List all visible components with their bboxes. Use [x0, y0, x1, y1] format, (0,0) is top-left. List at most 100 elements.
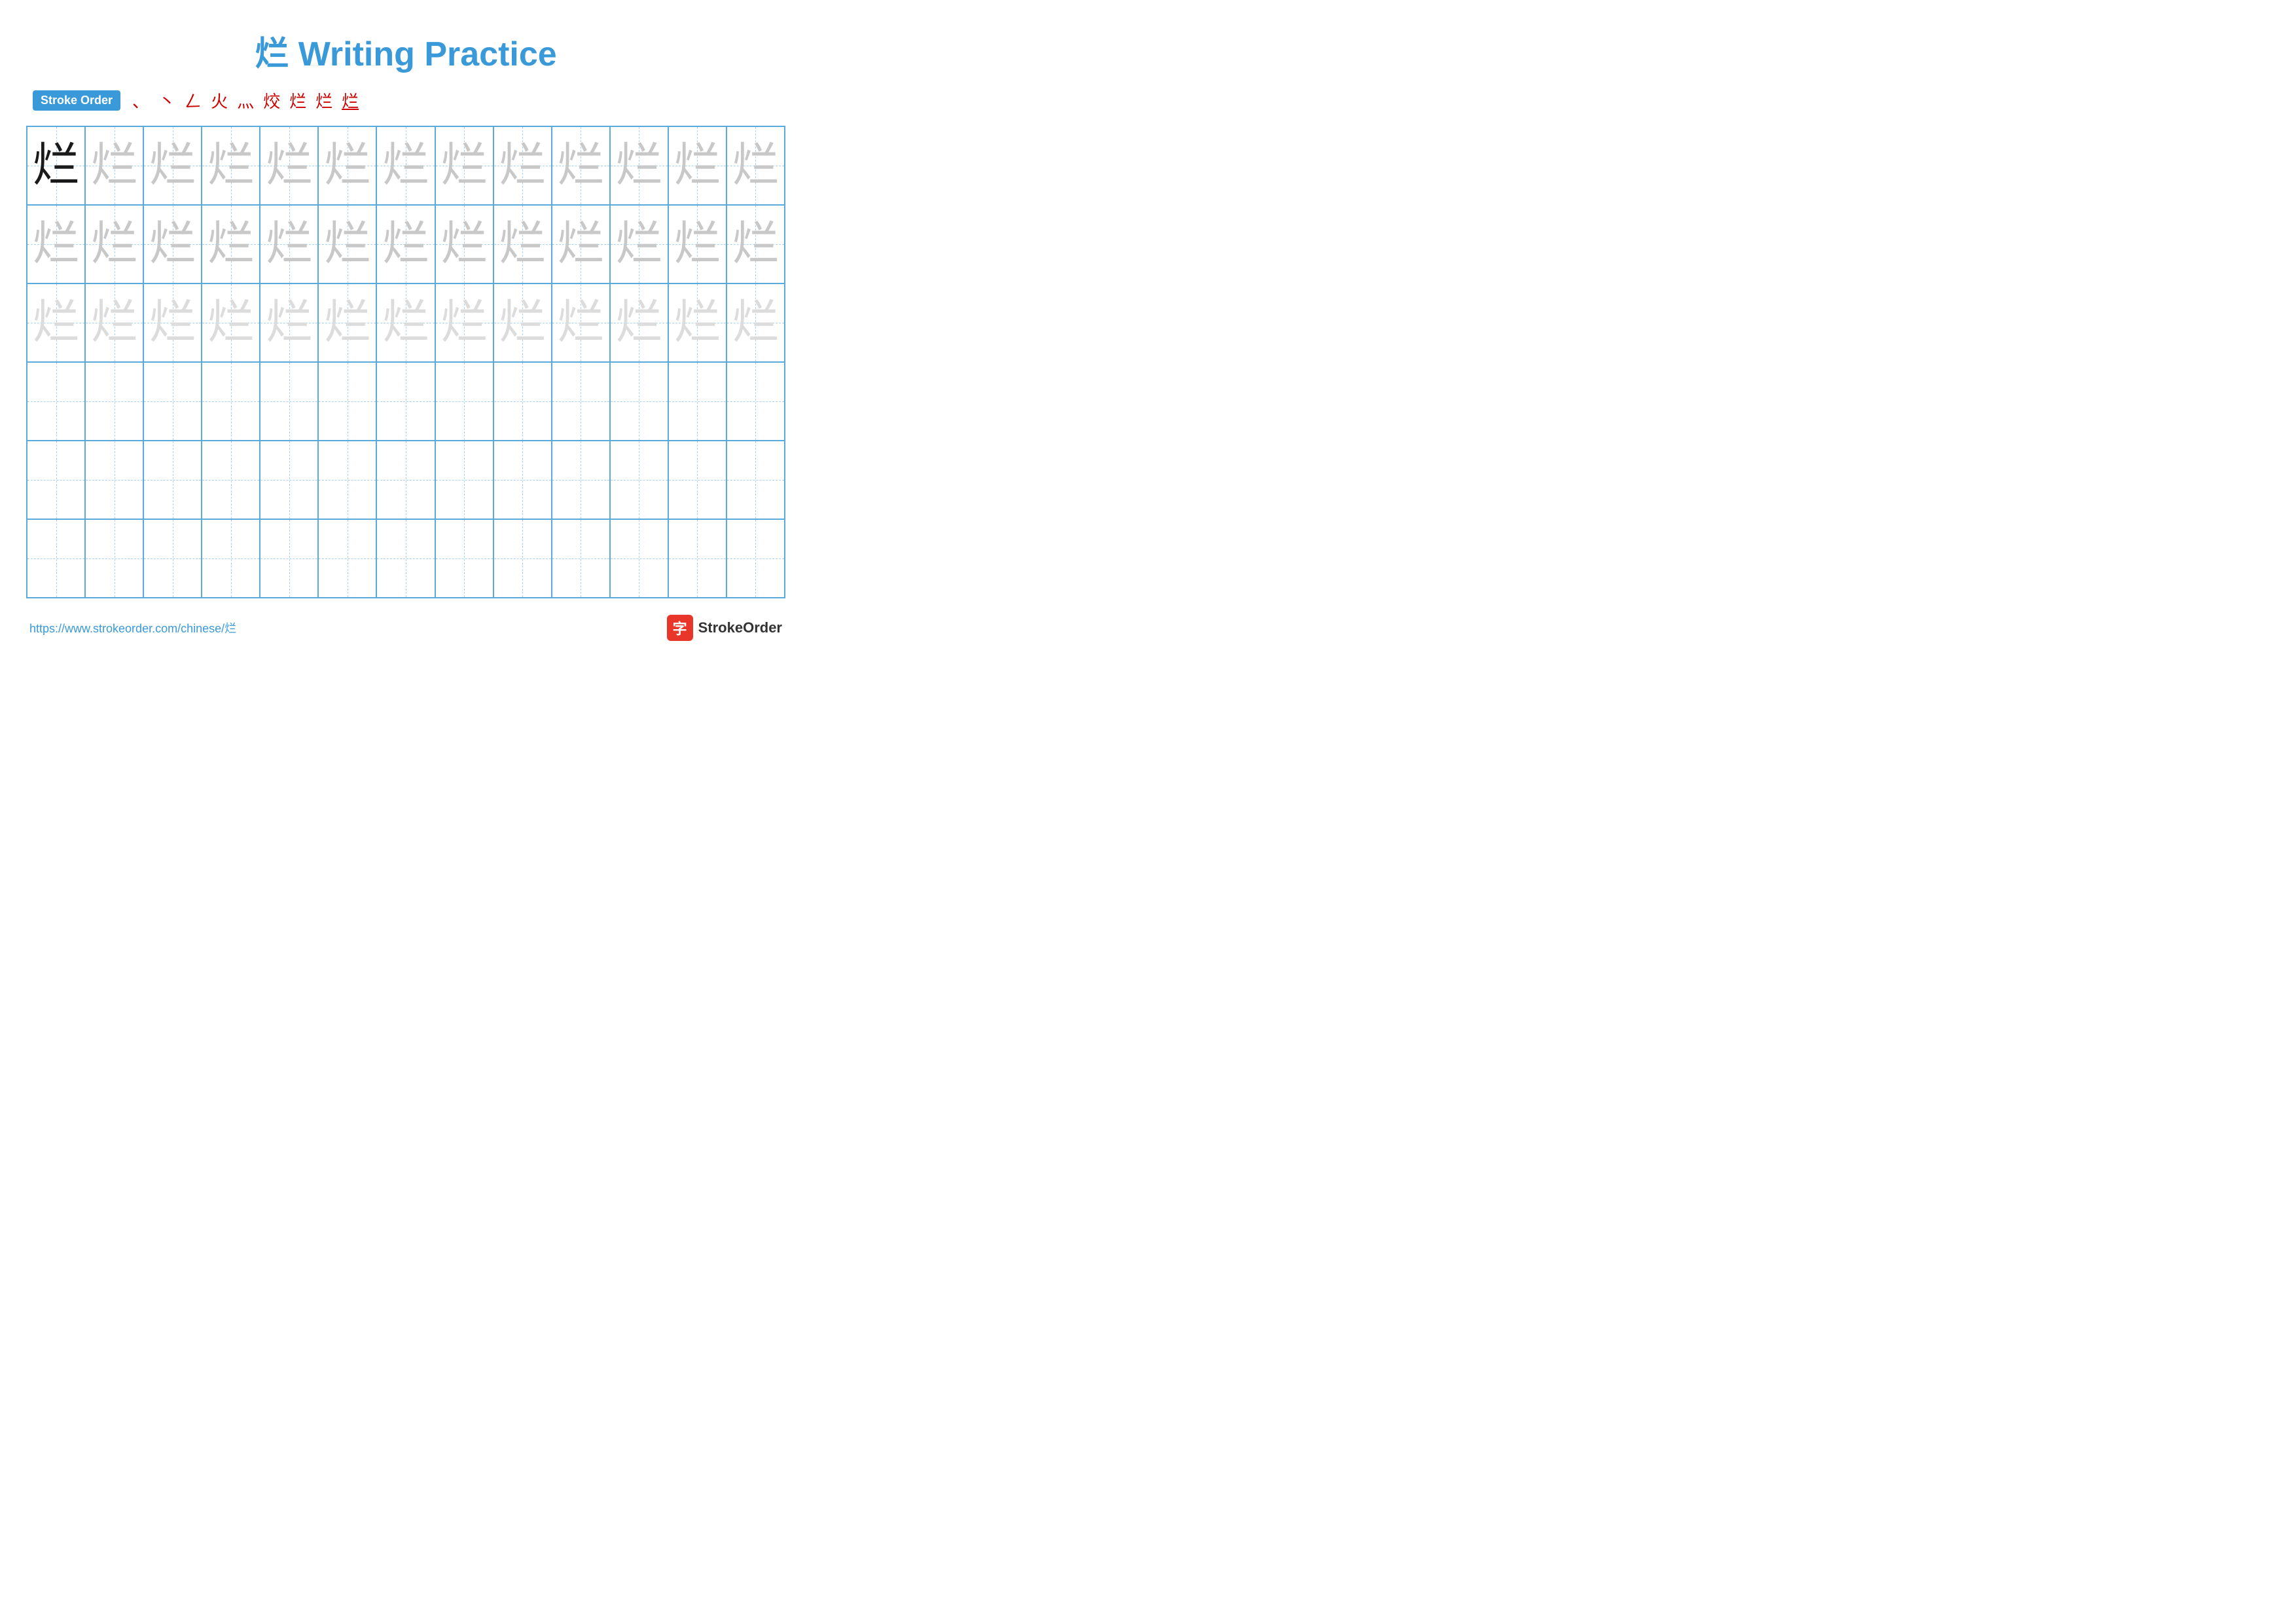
- grid-cell: [610, 441, 668, 519]
- practice-character: 烂: [266, 221, 313, 268]
- grid-cell: 烂: [318, 205, 376, 283]
- grid-cell: 烂: [610, 283, 668, 362]
- grid-cell: [27, 519, 85, 598]
- logo-icon: 字: [667, 615, 693, 641]
- practice-character: 烂: [33, 299, 80, 346]
- grid-cell: [143, 362, 202, 441]
- practice-character: 烂: [499, 299, 546, 346]
- brand-name: StrokeOrder: [698, 619, 782, 636]
- stroke-2: 丶: [158, 88, 175, 113]
- grid-cell: [493, 519, 552, 598]
- grid-cell: [376, 441, 435, 519]
- grid-cell: [552, 441, 610, 519]
- practice-character: 烂: [207, 221, 255, 268]
- practice-character: 烂: [732, 142, 779, 189]
- practice-character: 烂: [33, 221, 80, 268]
- grid-cell: [435, 519, 493, 598]
- footer-logo: 字 StrokeOrder: [667, 615, 782, 641]
- grid-cell: 烂: [435, 126, 493, 205]
- grid-cell: 烂: [318, 283, 376, 362]
- grid-cell: [143, 519, 202, 598]
- stroke-9: 烂: [342, 88, 359, 113]
- stroke-7: 烂: [289, 88, 306, 113]
- grid-cell: 烂: [726, 126, 785, 205]
- stroke-4: 火: [211, 88, 228, 113]
- grid-cell: 烂: [726, 283, 785, 362]
- practice-character: 烂: [615, 142, 662, 189]
- practice-character: 烂: [266, 299, 313, 346]
- grid-cell: 烂: [27, 205, 85, 283]
- grid-cell: 烂: [493, 205, 552, 283]
- grid-cell: 烂: [85, 283, 143, 362]
- grid-cell: [493, 441, 552, 519]
- practice-character: 烂: [440, 299, 488, 346]
- practice-character: 烂: [557, 142, 604, 189]
- practice-character: 烂: [324, 299, 371, 346]
- grid-cell: 烂: [726, 205, 785, 283]
- grid-cell: [726, 519, 785, 598]
- practice-character: 烂: [149, 299, 196, 346]
- practice-character: 烂: [33, 142, 80, 189]
- practice-character: 烂: [615, 299, 662, 346]
- footer-url[interactable]: https://www.strokeorder.com/chinese/烂: [29, 619, 236, 636]
- grid-cell: [376, 362, 435, 441]
- practice-character: 烂: [266, 142, 313, 189]
- practice-character: 烂: [732, 299, 779, 346]
- practice-character: 烂: [382, 299, 429, 346]
- grid-cell: [202, 362, 260, 441]
- grid-cell: 烂: [260, 205, 318, 283]
- practice-character: 烂: [732, 221, 779, 268]
- logo-char: 字: [673, 617, 687, 638]
- stroke-5: 灬: [237, 88, 254, 113]
- stroke-1: 、: [132, 88, 149, 113]
- grid-cell: 烂: [552, 126, 610, 205]
- practice-character: 烂: [615, 221, 662, 268]
- grid-cell: 烂: [202, 205, 260, 283]
- practice-character: 烂: [207, 299, 255, 346]
- practice-character: 烂: [440, 221, 488, 268]
- grid-cell: 烂: [668, 283, 726, 362]
- grid-cell: [143, 441, 202, 519]
- stroke-order-row: Stroke Order 、 丶 𠃋 火 灬 烄 烂 烂 烂: [33, 88, 785, 113]
- practice-character: 烂: [382, 142, 429, 189]
- page-title: 烂 Writing Practice: [26, 26, 785, 75]
- practice-character: 烂: [207, 142, 255, 189]
- practice-character: 烂: [382, 221, 429, 268]
- grid-cell: [726, 441, 785, 519]
- grid-cell: 烂: [435, 283, 493, 362]
- grid-cell: 烂: [493, 283, 552, 362]
- practice-character: 烂: [557, 221, 604, 268]
- practice-character: 烂: [673, 221, 721, 268]
- grid-cell: 烂: [143, 126, 202, 205]
- grid-cell: 烂: [260, 126, 318, 205]
- grid-cell: [260, 441, 318, 519]
- grid-cell: [318, 362, 376, 441]
- stroke-8: 烂: [315, 88, 332, 113]
- grid-cell: [85, 362, 143, 441]
- grid-cell: [376, 519, 435, 598]
- grid-cell: [202, 441, 260, 519]
- practice-character: 烂: [499, 142, 546, 189]
- practice-character: 烂: [324, 221, 371, 268]
- practice-character: 烂: [91, 221, 138, 268]
- practice-character: 烂: [499, 221, 546, 268]
- practice-character: 烂: [91, 142, 138, 189]
- grid-cell: [27, 362, 85, 441]
- grid-cell: [435, 441, 493, 519]
- practice-character: 烂: [149, 142, 196, 189]
- grid-cell: [85, 441, 143, 519]
- practice-character: 烂: [440, 142, 488, 189]
- stroke-6: 烄: [263, 88, 280, 113]
- practice-character: 烂: [91, 299, 138, 346]
- grid-cell: 烂: [376, 283, 435, 362]
- grid-cell: 烂: [85, 205, 143, 283]
- grid-cell: 烂: [143, 205, 202, 283]
- grid-cell: 烂: [27, 283, 85, 362]
- grid-cell: 烂: [552, 283, 610, 362]
- stroke-3: 𠃋: [185, 88, 202, 113]
- grid-cell: [668, 441, 726, 519]
- grid-cell: [668, 519, 726, 598]
- practice-character: 烂: [557, 299, 604, 346]
- grid-cell: 烂: [202, 283, 260, 362]
- grid-cell: 烂: [552, 205, 610, 283]
